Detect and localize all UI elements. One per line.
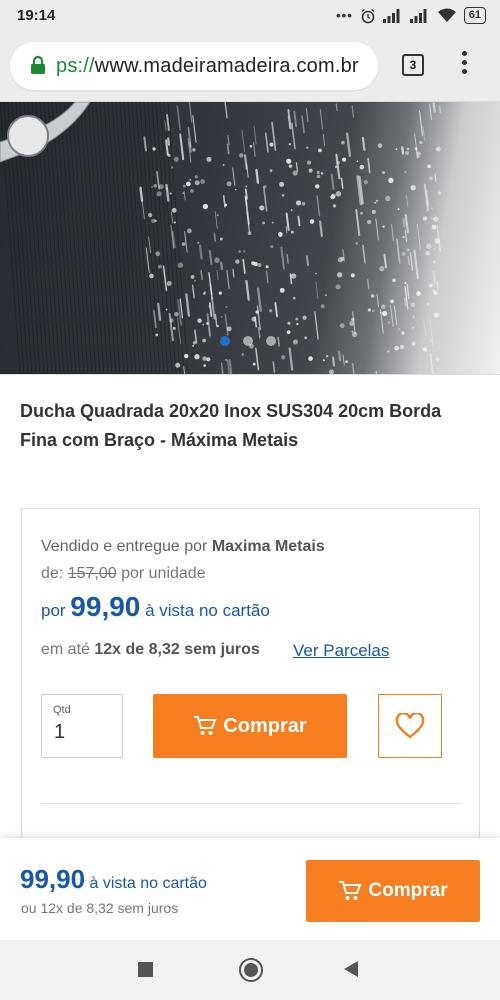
carousel-dot[interactable] [243, 336, 253, 346]
url-scheme: ps:// [56, 55, 95, 77]
battery-icon: 61 [463, 7, 486, 24]
current-price-line: por 99,90 à vista no cartão [41, 591, 270, 623]
installments-value: 12x de 8,32 sem juros [94, 641, 260, 658]
signal-icon [409, 8, 427, 23]
sticky-buy-button[interactable]: Comprar [306, 860, 480, 922]
recents-icon[interactable] [138, 962, 153, 977]
home-icon[interactable] [239, 958, 263, 982]
url-host: www.madeiramadeira.com.br [94, 55, 359, 77]
carousel-dot[interactable] [266, 336, 276, 346]
back-icon[interactable] [344, 961, 358, 977]
cart-icon [339, 881, 362, 900]
status-icons: ••• 61 [336, 7, 486, 24]
old-price: 157,00 [67, 565, 117, 582]
quantity-value: 1 [54, 721, 66, 743]
tab-switcher-button[interactable]: 3 [402, 54, 424, 76]
sticky-buy-bar: 99,90 à vista no cartão ou 12x de 8,32 s… [0, 838, 500, 940]
sold-by-prefix: Vendido e entregue por [41, 538, 212, 555]
sticky-price-suffix: à vista no cartão [85, 875, 207, 892]
price-suffix: à vista no cartão [140, 601, 270, 620]
divider [0, 374, 500, 375]
product-image[interactable] [0, 102, 500, 374]
buy-button-label: Comprar [223, 714, 307, 737]
installments-prefix: em até [41, 641, 95, 658]
current-price: 99,90 [70, 591, 141, 622]
buy-button[interactable]: Comprar [153, 694, 347, 758]
wifi-icon [437, 8, 456, 22]
sticky-installments: ou 12x de 8,32 sem juros [21, 900, 179, 916]
url-text: ps://www.madeiramadeira.com.br [56, 55, 359, 78]
signal-icon [382, 8, 400, 23]
browser-toolbar: ps://www.madeiramadeira.com.br 3 [0, 32, 500, 102]
installments-line: em até 12x de 8,32 sem juros [41, 641, 260, 659]
sticky-price-line: 99,90 à vista no cartão [20, 864, 207, 895]
old-price-prefix: de: [41, 565, 68, 582]
notification-dots: ••• [336, 8, 353, 23]
alarm-icon [361, 8, 375, 23]
carousel-dot[interactable] [220, 336, 230, 346]
cart-icon [194, 716, 217, 735]
shower-water-photo [0, 102, 442, 374]
quantity-field[interactable]: Qtd 1 [41, 694, 123, 758]
menu-icon[interactable] [456, 51, 472, 79]
seller-name: Maxima Metais [211, 538, 325, 555]
status-bar: 19:14 ••• 61 [0, 0, 500, 32]
product-title: Ducha Quadrada 20x20 Inox SUS304 20cm Bo… [20, 401, 442, 450]
sticky-price: 99,90 [20, 864, 86, 894]
price-prefix: por [41, 601, 71, 620]
address-bar[interactable]: ps://www.madeiramadeira.com.br [10, 42, 378, 90]
sticky-buy-label: Comprar [368, 880, 448, 901]
lock-icon [31, 55, 45, 74]
quantity-label: Qtd [53, 704, 71, 716]
status-time: 19:14 [17, 7, 56, 24]
favorite-button[interactable] [378, 694, 442, 758]
old-price-line: de: 157,00 por unidade [41, 565, 206, 583]
carousel-dots [220, 336, 276, 346]
offer-card: Vendido e entregue por Maxima Metais de:… [21, 508, 480, 848]
heart-icon [395, 713, 425, 739]
divider [41, 803, 460, 804]
sold-by: Vendido e entregue por Maxima Metais [41, 538, 325, 556]
old-price-suffix: por unidade [116, 565, 206, 582]
ver-parcelas-link[interactable]: Ver Parcelas [293, 641, 389, 661]
system-nav-bar [0, 940, 500, 1000]
